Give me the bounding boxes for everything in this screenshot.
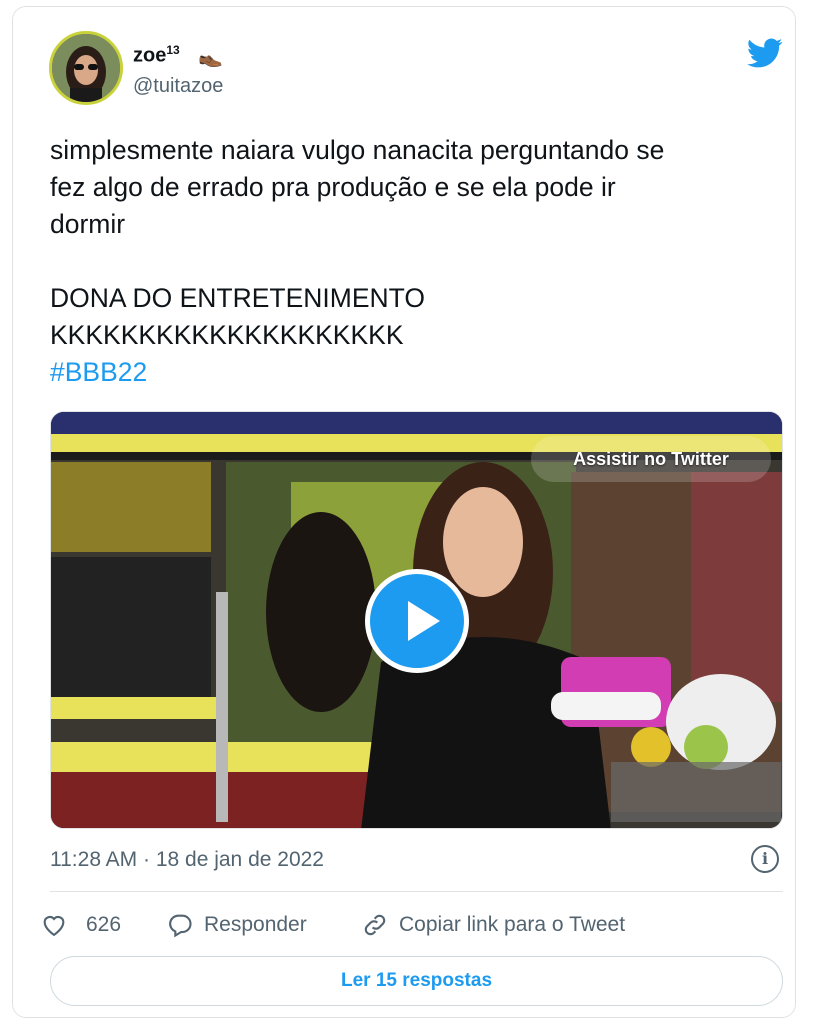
avatar-image <box>52 34 120 102</box>
tweet-text-blank-line <box>50 243 795 280</box>
like-count: 626 <box>86 913 122 936</box>
info-icon[interactable]: i <box>751 845 779 873</box>
avatar[interactable] <box>49 31 123 105</box>
video-player[interactable]: Assistir no Twitter <box>50 411 783 829</box>
tweet-text: simplesmente naiara vulgo nanacita pergu… <box>50 132 795 391</box>
divider <box>50 891 783 892</box>
copy-link-button[interactable]: Copiar link para o Tweet <box>361 909 625 941</box>
tweet-text-line: KKKKKKKKKKKKKKKKKKKK <box>50 320 404 350</box>
twitter-bird-icon[interactable] <box>747 35 783 71</box>
tweet-text-line: simplesmente naiara vulgo nanacita pergu… <box>50 135 665 165</box>
read-replies-button[interactable]: Ler 15 respostas <box>50 956 783 1006</box>
like-button[interactable]: 626 <box>40 909 121 941</box>
tweet-text-line: fez algo de errado pra produção e se ela… <box>50 172 616 202</box>
reply-label: Responder <box>204 913 307 936</box>
heart-icon <box>43 915 65 937</box>
link-icon <box>364 914 386 936</box>
display-name[interactable]: zoe13 <box>133 43 180 68</box>
copy-link-label: Copiar link para o Tweet <box>399 913 626 936</box>
tweet-timestamp[interactable]: 11:28 AM · 18 de jan de 2022 <box>50 848 324 872</box>
tweet-card: zoe13 👞 @tuitazoe simplesmente naiara vu… <box>12 6 796 1018</box>
shoe-emoji-icon: 👞 <box>198 46 223 68</box>
play-icon[interactable] <box>365 569 469 673</box>
reply-icon <box>169 914 192 938</box>
watch-on-twitter-button[interactable]: Assistir no Twitter <box>531 436 771 482</box>
hashtag-link[interactable]: #BBB22 <box>50 354 795 391</box>
tweet-text-line: dormir <box>50 209 126 239</box>
reply-button[interactable]: Responder <box>166 909 307 941</box>
user-handle[interactable]: @tuitazoe <box>133 75 223 98</box>
display-name-text: zoe <box>133 44 167 67</box>
display-name-superscript: 13 <box>166 43 180 57</box>
tweet-text-line: DONA DO ENTRETENIMENTO <box>50 283 425 313</box>
